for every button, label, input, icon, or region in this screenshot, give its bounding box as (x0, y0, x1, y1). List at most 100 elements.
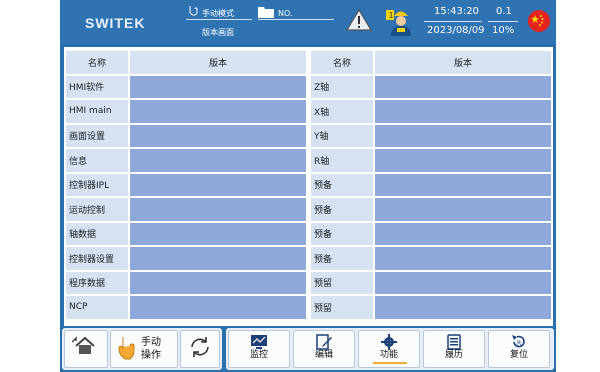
speed-value: 0.1 (496, 6, 512, 17)
item-version (130, 222, 306, 245)
function-button[interactable]: 功能 (358, 330, 420, 368)
table-row: 预留 (311, 296, 551, 319)
monitor-label: 监控 (249, 350, 268, 360)
warning-icon[interactable] (346, 8, 372, 32)
table-row: HMI main (66, 100, 306, 123)
item-version (130, 100, 306, 123)
item-name: 画面设置 (66, 124, 128, 147)
flag-stars (531, 15, 544, 26)
item-version (130, 75, 306, 98)
reset-button[interactable]: R 复位 (488, 330, 550, 368)
item-version (375, 124, 551, 147)
item-name: Z轴 (311, 75, 373, 98)
item-name: HMI main (66, 100, 128, 123)
time-divider (424, 21, 482, 22)
table-row: X轴 (311, 100, 551, 123)
table-row: 预备 (311, 222, 551, 245)
left-version-table: 名称 版本 HMI软件 HMI main 画面设置 信息 控制器IPL 运动控制… (64, 49, 308, 321)
right-version-table: 名称 版本 Z轴 X轴 Y轴 R轴 预备 预备 预备 预备 预留 预留 (309, 49, 553, 321)
reset-icon: R (512, 335, 525, 348)
item-version (375, 222, 551, 245)
gear-icon (381, 334, 397, 350)
table-row: R轴 (311, 149, 551, 172)
operator-icon[interactable]: 1 (386, 6, 412, 36)
history-icon (447, 334, 461, 350)
table-row: 轴数据 (66, 222, 306, 245)
item-version (375, 100, 551, 123)
item-name: Y轴 (311, 124, 373, 147)
version-divider (488, 21, 518, 22)
item-name: 预备 (311, 222, 373, 245)
column-header-version: 版本 (130, 51, 306, 74)
mode-indicator[interactable]: 手动模式 版本画面 (186, 4, 252, 38)
edit-label: 编辑 (314, 350, 333, 360)
home-button[interactable] (64, 330, 108, 368)
no-divider (258, 19, 334, 20)
column-header-version: 版本 (375, 51, 551, 74)
item-version (130, 149, 306, 172)
table-row: 预备 (311, 198, 551, 221)
table-row: 预留 (311, 271, 551, 294)
edit-button[interactable]: 编辑 (293, 330, 355, 368)
item-name: 轴数据 (66, 222, 128, 245)
program-number-label: NO. (278, 9, 293, 18)
brand-logo: SWITEK (85, 15, 146, 31)
monitor-button[interactable]: 监控 (228, 330, 290, 368)
mode-label: 手动模式 (202, 9, 234, 18)
hand-icon (189, 6, 198, 16)
item-name: HMI软件 (66, 75, 128, 98)
item-version (130, 271, 306, 294)
table-row: Y轴 (311, 124, 551, 147)
item-name: 预备 (311, 173, 373, 196)
item-name: X轴 (311, 100, 373, 123)
svg-text:R: R (517, 340, 521, 347)
refresh-icon (191, 337, 209, 357)
hand-pointer-icon (118, 337, 135, 360)
item-version (375, 296, 551, 319)
table-row: 控制器IPL (66, 173, 306, 196)
item-name: NCP (66, 296, 128, 319)
column-header-name: 名称 (311, 51, 373, 74)
active-tab-indicator (373, 362, 407, 364)
item-version (130, 296, 306, 319)
language-flag-icon[interactable] (528, 10, 550, 32)
folder-icon (258, 7, 274, 18)
item-version (375, 198, 551, 221)
item-name: 信息 (66, 149, 128, 172)
edit-icon (316, 334, 332, 350)
item-name: 运动控制 (66, 198, 128, 221)
page-title: 版本画面 (202, 28, 234, 37)
reset-label: 复位 (509, 350, 528, 360)
table-row: 程序数据 (66, 271, 306, 294)
history-label: 履历 (444, 350, 463, 360)
clock-time: 15:43:20 (434, 6, 479, 17)
item-version (375, 149, 551, 172)
item-name: 程序数据 (66, 271, 128, 294)
main-nav-group: 监控 编辑 功能 履历 R 复位 (226, 328, 554, 370)
table-row: Z轴 (311, 75, 551, 98)
column-header-name: 名称 (66, 51, 128, 74)
manual-op-line2: 操作 (141, 350, 161, 361)
item-name: 预留 (311, 296, 373, 319)
cycle-button[interactable] (180, 330, 220, 368)
clock-date: 2023/08/09 (427, 25, 485, 36)
manual-operation-button[interactable]: 手动 操作 (110, 330, 178, 368)
left-button-group: 手动 操作 (62, 328, 222, 370)
item-version (375, 75, 551, 98)
table-row: 预备 (311, 247, 551, 270)
item-version (130, 198, 306, 221)
table-row: 信息 (66, 149, 306, 172)
item-version (130, 247, 306, 270)
table-row: NCP (66, 296, 306, 319)
item-version (130, 173, 306, 196)
operator-level-badge: 1 (389, 11, 394, 20)
item-name: 控制器设置 (66, 247, 128, 270)
table-row: 控制器设置 (66, 247, 306, 270)
item-name: 预备 (311, 247, 373, 270)
manual-op-line1: 手动 (141, 337, 161, 348)
speed-percent: 10% (492, 25, 515, 36)
item-version (130, 124, 306, 147)
item-name: 预留 (311, 271, 373, 294)
history-button[interactable]: 履历 (423, 330, 485, 368)
mode-divider (186, 19, 252, 20)
